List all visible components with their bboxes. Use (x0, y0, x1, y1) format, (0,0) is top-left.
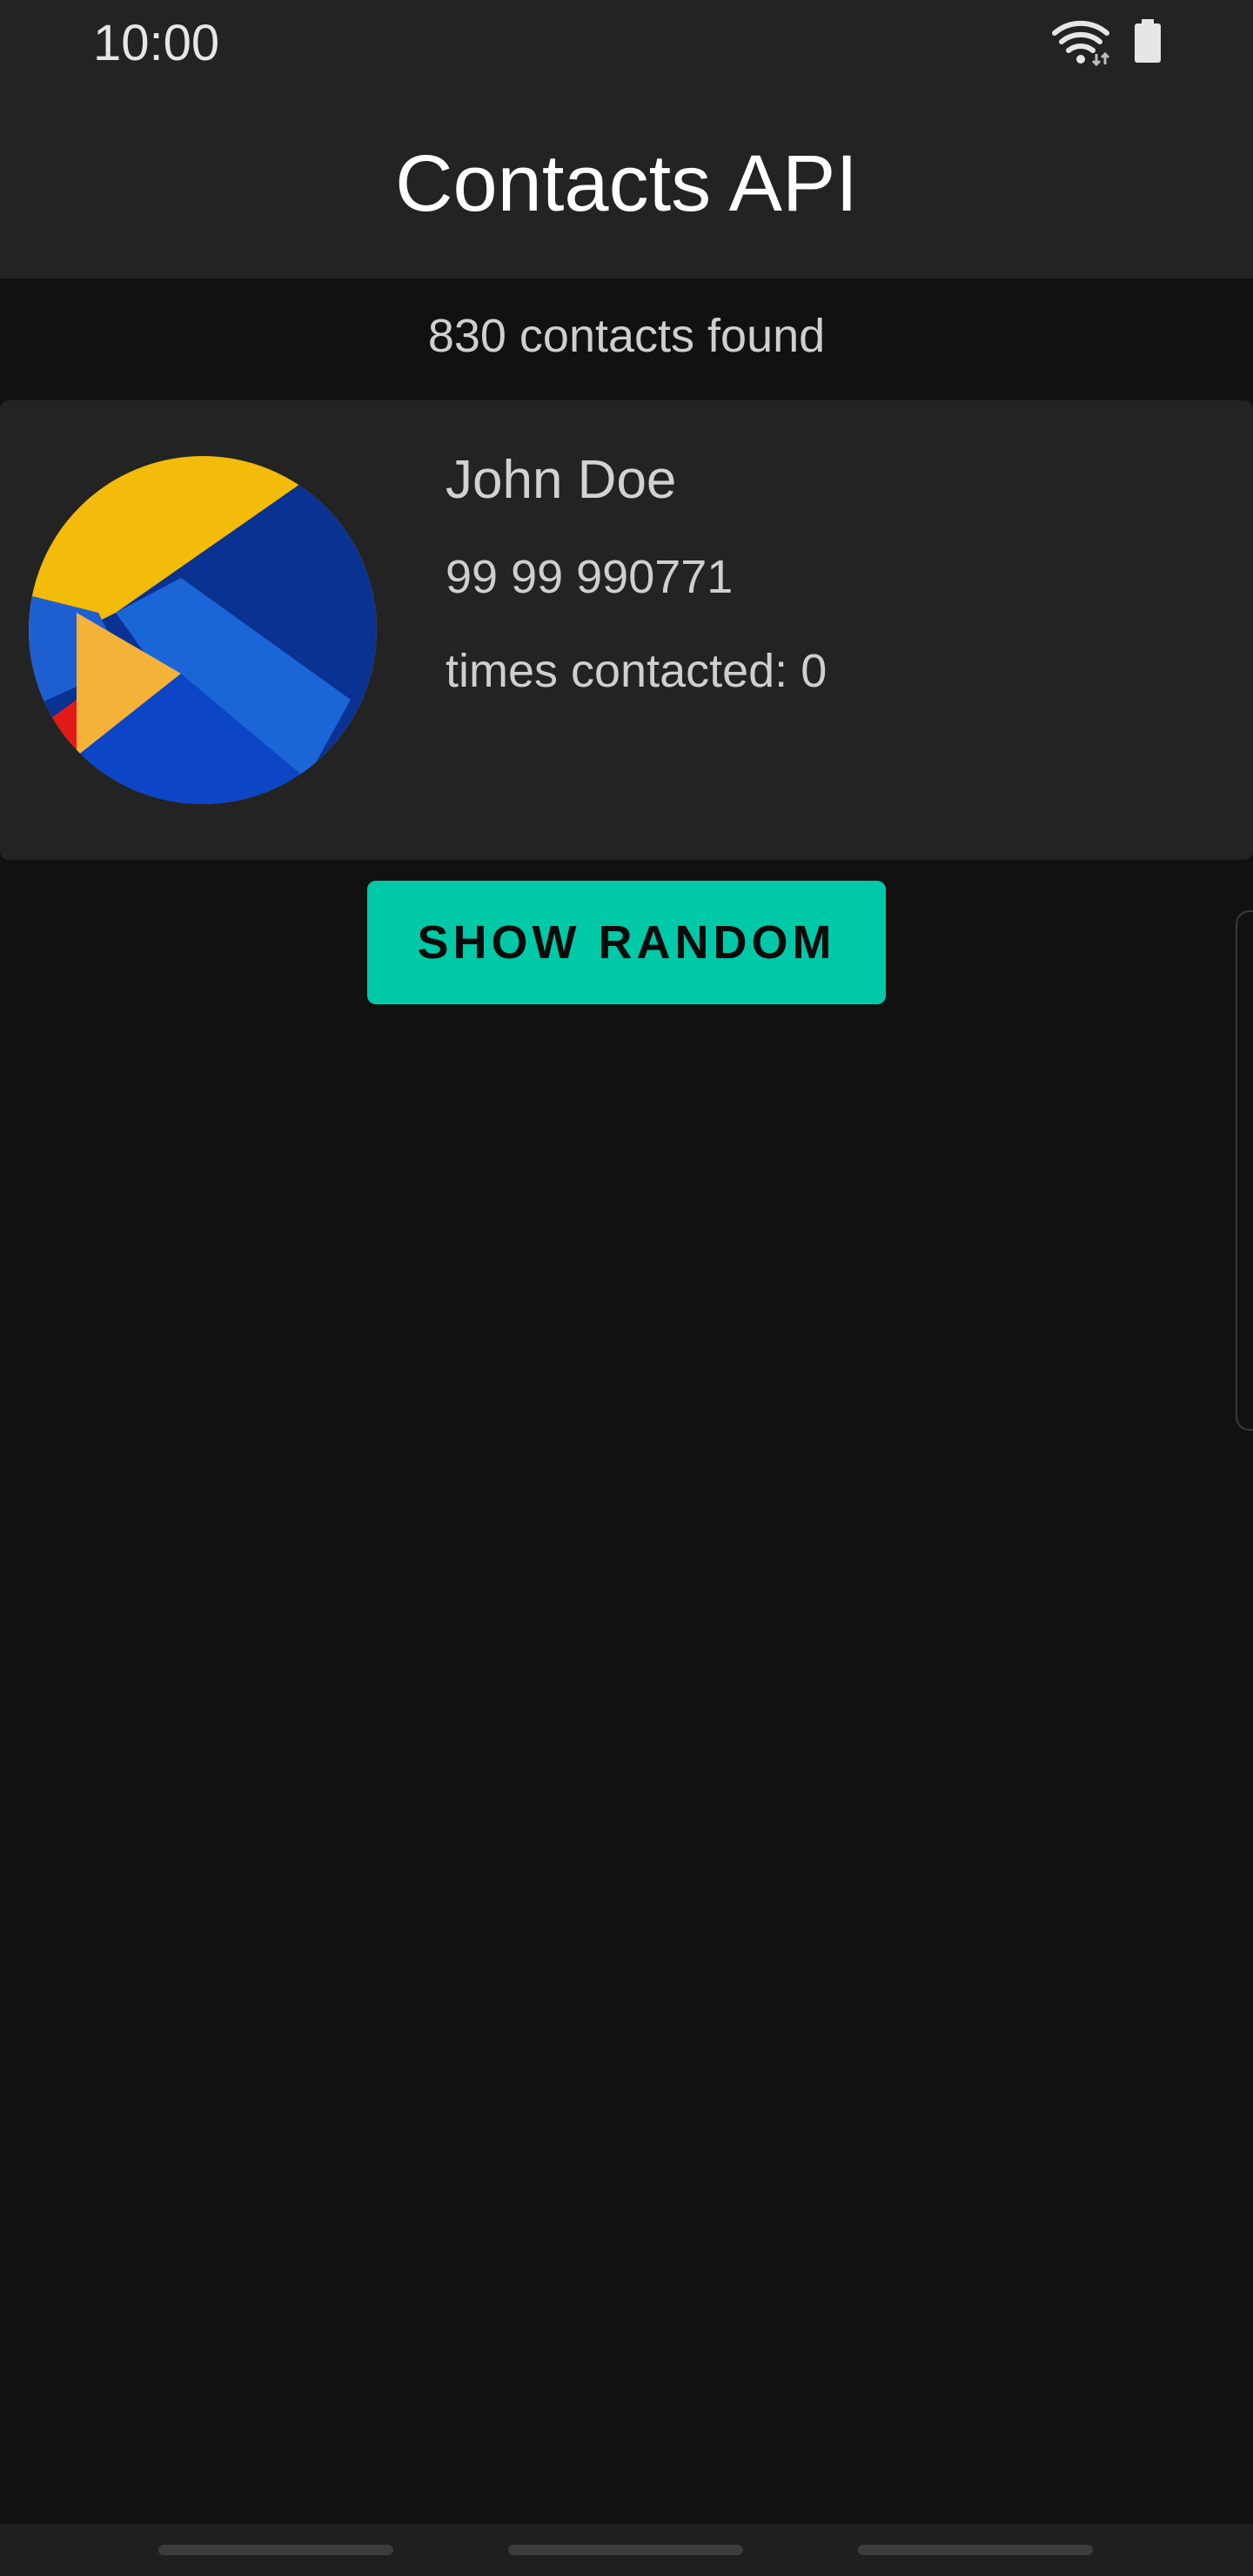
contact-card: John Doe 99 99 990771 times contacted: 0 (0, 400, 1253, 860)
nav-recents-button[interactable] (158, 2545, 393, 2555)
nav-home-button[interactable] (508, 2545, 743, 2555)
contact-phone: 99 99 990771 (446, 551, 734, 603)
contacts-count: 830 contacts found (427, 310, 826, 362)
battery-icon (1135, 19, 1161, 63)
times-contacted: times contacted: 0 (446, 645, 828, 697)
status-time: 10:00 (93, 15, 220, 71)
edge-panel-handle[interactable] (1236, 910, 1253, 1431)
show-random-button[interactable]: SHOW RANDOM (367, 881, 886, 1004)
contact-name: John Doe (446, 450, 677, 510)
wifi-icon (1052, 20, 1110, 66)
page-title: Contacts API (395, 139, 858, 228)
app-bar: Contacts API (0, 87, 1253, 278)
navigation-bar (0, 2524, 1253, 2576)
avatar (29, 456, 377, 804)
status-bar: 10:00 (0, 0, 1253, 87)
nav-back-button[interactable] (858, 2545, 1093, 2555)
